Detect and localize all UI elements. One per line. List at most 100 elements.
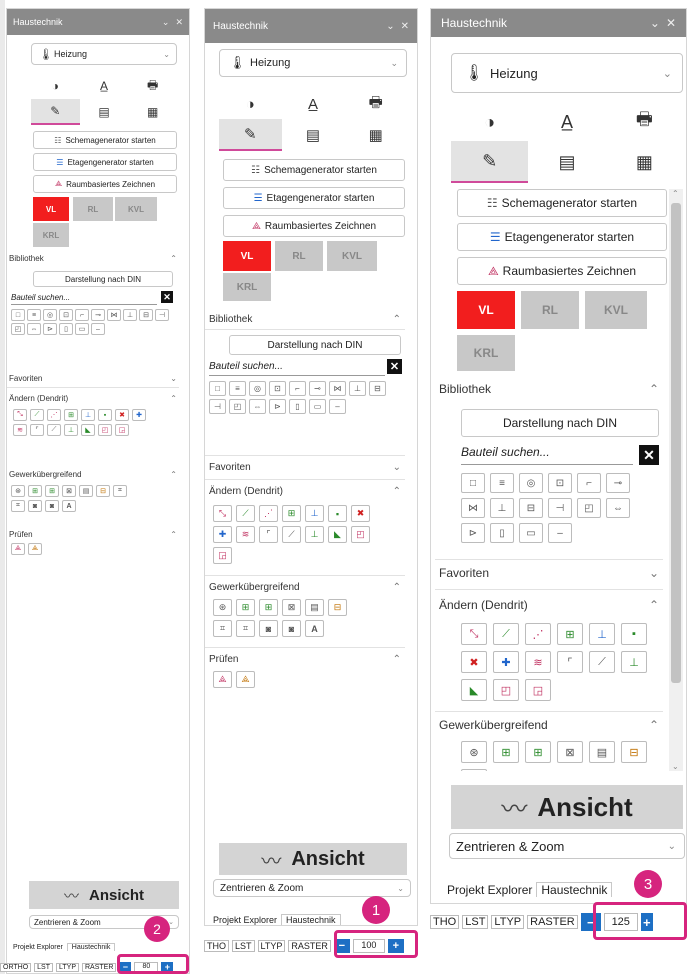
edit-tool-5-icon[interactable]: ⊥ [81, 409, 95, 421]
section-favoriten[interactable]: Favoriten ⌄ [205, 459, 405, 475]
library-symbol-11-icon[interactable]: ◰ [11, 323, 25, 335]
rl-toggle[interactable]: RL [73, 197, 113, 221]
library-symbol-1-icon[interactable]: □ [461, 473, 485, 493]
trade-tool-6-icon[interactable]: ⊟ [96, 485, 110, 497]
raumbasiert-button[interactable]: ⟁ Raumbasiertes Zeichnen [457, 257, 667, 285]
rl-toggle[interactable]: RL [275, 241, 323, 271]
check-tool-2-icon[interactable]: ⟁ [236, 671, 255, 688]
library-symbol-13-icon[interactable]: ⊳ [269, 399, 286, 414]
etagengenerator-button[interactable]: ☰ Etagengenerator starten [33, 153, 177, 171]
edit-tool-10-icon[interactable]: ⌜ [259, 526, 278, 543]
trade-tool-10-icon[interactable]: ◙ [45, 500, 59, 512]
ortho-toggle[interactable]: ORTHO [0, 962, 32, 972]
library-symbol-3-icon[interactable]: ◎ [43, 309, 57, 321]
lst-toggle[interactable]: LST [462, 915, 489, 929]
bauteil-search-input[interactable]: Bauteil suchen... [209, 361, 385, 376]
library-symbol-1-icon[interactable]: □ [209, 381, 226, 396]
edit-tool-11-icon[interactable]: ⟋ [47, 424, 61, 436]
panel-scrollbar[interactable]: ⌃ ⌄ [669, 189, 683, 771]
edit-tool-4-icon[interactable]: ⊞ [557, 623, 583, 645]
delete-tool-icon[interactable]: ✖ [461, 651, 487, 673]
section-bibliothek[interactable]: Bibliothek ⌃ [205, 311, 405, 327]
tab-text-icon[interactable]: A̲ [282, 91, 345, 117]
ortho-toggle[interactable]: THO [430, 915, 460, 929]
category-select[interactable]: 🌡 Heizung ⌄ [31, 43, 177, 65]
schemagenerator-button[interactable]: ☷ Schemagenerator starten [457, 189, 667, 217]
library-symbol-4-icon[interactable]: ⊡ [59, 309, 73, 321]
ansicht-button[interactable]: 〰 Ansicht [451, 785, 683, 829]
section-gewerk[interactable]: Gewerkübergreifend ⌃ [7, 467, 179, 481]
edit-tool-2-icon[interactable]: ⟋ [236, 505, 255, 522]
edit-tool-1-icon[interactable]: ⤡ [213, 505, 232, 522]
trade-tool-9-icon[interactable]: ◙ [259, 620, 278, 637]
kvl-toggle[interactable]: KVL [115, 197, 157, 221]
trade-tool-8-icon[interactable]: ⌗ [236, 620, 255, 637]
section-aendern[interactable]: Ändern (Dendrit) ⌃ [435, 595, 663, 615]
trade-tool-9-icon[interactable]: ◙ [28, 500, 42, 512]
trade-tool-3-icon[interactable]: ⊞ [45, 485, 59, 497]
raster-toggle[interactable]: RASTER [288, 940, 331, 952]
library-symbol-14-icon[interactable]: ▯ [59, 323, 73, 335]
edit-tool-6-icon[interactable]: ▪ [98, 409, 112, 421]
ansicht-button[interactable]: 〰 Ansicht [29, 881, 179, 909]
vl-toggle[interactable]: VL [223, 241, 271, 271]
edit-tool-6-icon[interactable]: ▪ [328, 505, 347, 522]
section-gewerk[interactable]: Gewerkübergreifend ⌃ [435, 715, 663, 735]
zentrieren-zoom-select[interactable]: Zentrieren & Zoom ⌄ [213, 879, 411, 897]
scroll-up-icon[interactable]: ⌃ [672, 189, 679, 198]
edit-tool-9-icon[interactable]: ≋ [525, 651, 551, 673]
delete-tool-icon[interactable]: ✖ [351, 505, 370, 522]
schemagenerator-button[interactable]: ☷ Schemagenerator starten [33, 131, 177, 149]
delete-tool-icon[interactable]: ✖ [115, 409, 129, 421]
trade-tool-1-icon[interactable]: ⊛ [461, 741, 487, 763]
raumbasiert-button[interactable]: ⟁ Raumbasiertes Zeichnen [33, 175, 177, 193]
close-icon[interactable]: ✕ [666, 16, 676, 30]
collapse-icon[interactable]: ⌄ [650, 16, 660, 30]
lst-toggle[interactable]: LST [232, 940, 255, 952]
library-symbol-15-icon[interactable]: ▭ [75, 323, 89, 335]
library-symbol-2-icon[interactable]: ≡ [229, 381, 246, 396]
etagengenerator-button[interactable]: ☰ Etagengenerator starten [223, 187, 405, 209]
trade-tool-1-icon[interactable]: ⊛ [11, 485, 25, 497]
category-select[interactable]: 🌡 Heizung ⌄ [451, 53, 683, 93]
edit-tool-11-icon[interactable]: ⟋ [589, 651, 615, 673]
text-tool-icon[interactable]: A [62, 500, 76, 512]
tab-calculator-icon[interactable]: ▦ [606, 141, 683, 183]
text-tool-icon[interactable]: A [305, 620, 324, 637]
library-symbol-10-icon[interactable]: ⊣ [209, 399, 226, 414]
ltyp-toggle[interactable]: LTYP [56, 962, 79, 972]
tab-color-icon[interactable]: ◑ [31, 75, 80, 97]
tab-projekt-explorer[interactable]: Projekt Explorer [209, 915, 281, 925]
edit-tool-12-icon[interactable]: ⊥ [621, 651, 647, 673]
section-pruefen[interactable]: Prüfen ⌃ [205, 651, 405, 667]
library-symbol-16-icon[interactable]: – [91, 323, 105, 335]
kvl-toggle[interactable]: KVL [585, 291, 647, 329]
trade-tool-3-icon[interactable]: ⊞ [525, 741, 551, 763]
library-symbol-9-icon[interactable]: ⊟ [519, 498, 543, 518]
clear-search-icon[interactable]: ✕ [161, 291, 173, 303]
din-button[interactable]: Darstellung nach DIN [229, 335, 401, 355]
trade-tool-2-icon[interactable]: ⊞ [236, 599, 255, 616]
edit-tool-12-icon[interactable]: ⊥ [305, 526, 324, 543]
library-symbol-3-icon[interactable]: ◎ [249, 381, 266, 396]
library-symbol-15-icon[interactable]: ▭ [309, 399, 326, 414]
clear-search-icon[interactable]: ✕ [639, 445, 659, 465]
zentrieren-zoom-select[interactable]: Zentrieren & Zoom ⌄ [449, 833, 685, 859]
edit-tool-8-icon[interactable]: ✚ [493, 651, 519, 673]
vl-toggle[interactable]: VL [33, 197, 69, 221]
library-symbol-8-icon[interactable]: ⊥ [349, 381, 366, 396]
section-aendern[interactable]: Ändern (Dendrit) ⌃ [205, 483, 405, 499]
edit-tool-1-icon[interactable]: ⤡ [13, 409, 27, 421]
check-tool-1-icon[interactable]: ⟁ [11, 543, 25, 555]
trade-tool-8-icon[interactable]: ⌗ [11, 500, 25, 512]
edit-tool-9-icon[interactable]: ≋ [13, 424, 27, 436]
library-symbol-15-icon[interactable]: ▭ [519, 523, 543, 543]
tab-text-icon[interactable]: A̲ [80, 75, 129, 97]
edit-tool-6-icon[interactable]: ▪ [621, 623, 647, 645]
library-symbol-6-icon[interactable]: ⊸ [91, 309, 105, 321]
krl-toggle[interactable]: KRL [457, 335, 515, 371]
edit-tool-14-icon[interactable]: ◰ [98, 424, 112, 436]
trade-tool-6-icon[interactable]: ⊟ [621, 741, 647, 763]
edit-tool-8-icon[interactable]: ✚ [213, 526, 232, 543]
check-tool-2-icon[interactable]: ⟁ [28, 543, 42, 555]
